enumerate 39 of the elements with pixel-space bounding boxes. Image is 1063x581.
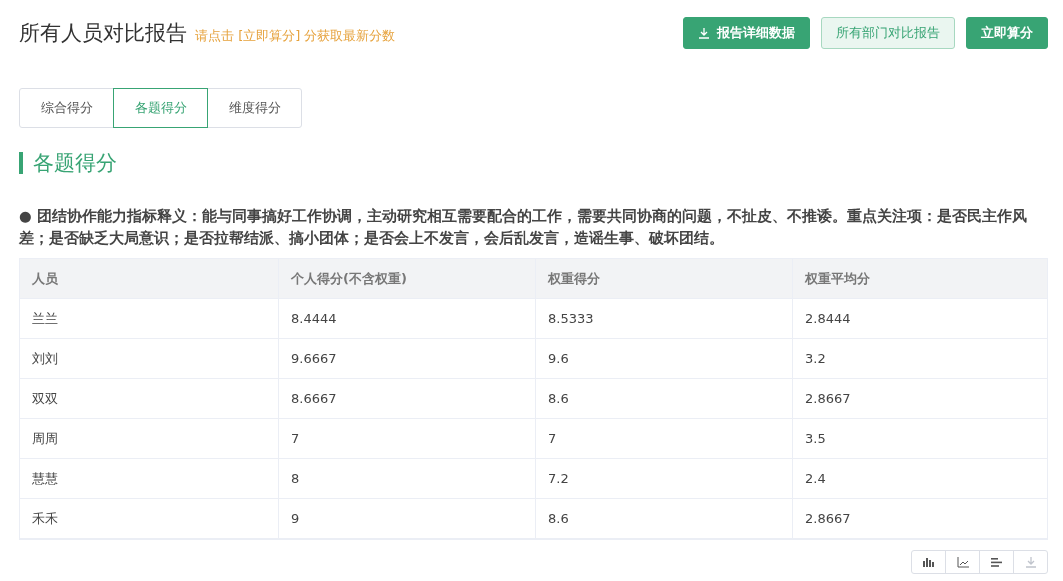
table-cell: 双双 bbox=[20, 379, 279, 419]
table-cell: 8.6 bbox=[536, 499, 793, 539]
table-cell: 兰兰 bbox=[20, 299, 279, 339]
tab[interactable]: 综合得分 bbox=[19, 88, 114, 128]
hint-text: 请点击 [立即算分] 分获取最新分数 bbox=[195, 27, 396, 45]
download-icon bbox=[698, 27, 710, 39]
bar-chart-icon bbox=[923, 557, 934, 567]
column-header: 权重得分 bbox=[536, 259, 793, 299]
table-cell: 8.5333 bbox=[536, 299, 793, 339]
column-header: 人员 bbox=[20, 259, 279, 299]
description-text: ● 团结协作能力指标释义：能与同事搞好工作协调，主动研究相互需要配合的工作，需要共同协商的问题，不扯皮、不推诿。重点关注项：是否民主作风差；是否缺乏大局意识；是否拉帮结派、搞小团体；是否会上不发言，会后乱发言，造谣生事、破坏团结。 bbox=[19, 207, 1028, 248]
action-button[interactable]: 立即算分 bbox=[966, 17, 1048, 49]
table-cell: 9.6 bbox=[536, 339, 793, 379]
action-button[interactable]: 报告详细数据 bbox=[683, 17, 810, 49]
bar-list-icon bbox=[991, 557, 1002, 567]
section-title: 各题得分 bbox=[19, 152, 1048, 174]
table-cell: 9.6667 bbox=[279, 339, 536, 379]
chart-tool-button[interactable] bbox=[911, 550, 946, 574]
table-cell: 8 bbox=[279, 459, 536, 499]
chart-tool-button[interactable] bbox=[979, 550, 1014, 574]
table-cell: 周周 bbox=[20, 419, 279, 459]
table-cell: 7 bbox=[279, 419, 536, 459]
table-cell: 慧慧 bbox=[20, 459, 279, 499]
table-cell: 7.2 bbox=[536, 459, 793, 499]
table-cell: 8.4444 bbox=[279, 299, 536, 339]
column-header: 权重平均分 bbox=[793, 259, 1047, 299]
line-chart-icon bbox=[956, 556, 969, 568]
table-cell: 禾禾 bbox=[20, 499, 279, 539]
table-cell: 9 bbox=[279, 499, 536, 539]
action-button[interactable]: 所有部门对比报告 bbox=[821, 17, 955, 49]
tab[interactable]: 维度得分 bbox=[207, 88, 302, 128]
table-cell: 8.6667 bbox=[279, 379, 536, 419]
column-header: 个人得分(不含权重) bbox=[279, 259, 536, 299]
tab[interactable]: 各题得分 bbox=[113, 88, 208, 128]
table-cell: 8.6 bbox=[536, 379, 793, 419]
download-icon bbox=[1024, 556, 1037, 568]
page-title: 所有人员对比报告 bbox=[19, 20, 187, 47]
table-cell: 7 bbox=[536, 419, 793, 459]
table-cell: 刘刘 bbox=[20, 339, 279, 379]
